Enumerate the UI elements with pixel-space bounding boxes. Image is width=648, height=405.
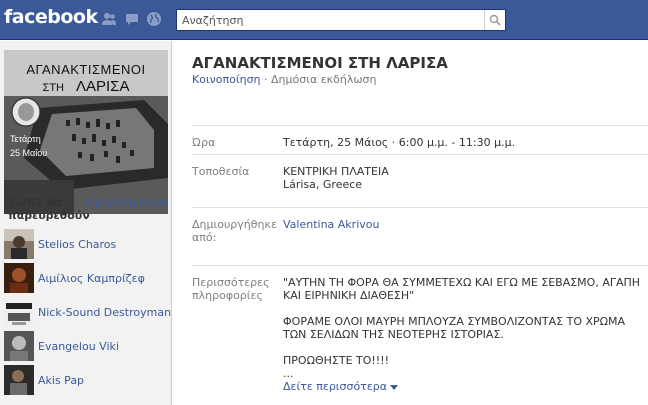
created-by-label: Δημιουργήθηκε από: bbox=[192, 218, 277, 244]
messages-icon[interactable] bbox=[124, 11, 140, 27]
subline-separator: · bbox=[260, 73, 272, 86]
event-title: ΑΓΑΝΑΚΤΙΣΜΕΝΟΙ ΣΤΗ ΛΑΡΙΣΑ bbox=[192, 54, 448, 72]
friend-requests-icon[interactable] bbox=[101, 11, 117, 27]
attendee-name[interactable]: Nick-Sound Destroyman bbox=[38, 306, 171, 319]
attendee-name[interactable]: Αιμίλιος Καμπρίζεφ bbox=[38, 272, 145, 285]
avatar[interactable] bbox=[4, 297, 34, 327]
time-row: Ώρα Τετάρτη, 25 Μάιος · 6:00 μ.μ. - 11:3… bbox=[192, 125, 648, 154]
search-input[interactable] bbox=[177, 10, 485, 30]
event-type: Δημόσια εκδήλωση bbox=[271, 73, 377, 86]
attendee-item[interactable]: Evangelou Viki bbox=[4, 331, 170, 363]
time-value: Τετάρτη, 25 Μάιος · 6:00 μ.μ. - 11:30 μ.… bbox=[283, 136, 516, 149]
attendee-item[interactable]: Nick-Sound Destroyman bbox=[4, 297, 171, 329]
more-info-paragraph: ΠΡΟΩΘΗΣΤΕ ΤΟ!!!! bbox=[283, 354, 390, 367]
search-icon bbox=[489, 14, 501, 26]
event-subline: Κοινοποίηση · Δημόσια εκδήλωση bbox=[192, 73, 377, 86]
avatar[interactable] bbox=[4, 331, 34, 361]
search-box bbox=[176, 9, 506, 31]
attendee-name[interactable]: Stelios Charos bbox=[38, 238, 116, 251]
avatar[interactable] bbox=[4, 263, 34, 293]
avatar[interactable] bbox=[4, 229, 34, 259]
see-all-link[interactable]: Προβολή όλων bbox=[87, 196, 168, 209]
event-picture-title-line2: ΣΤΗ ΛΑΡΙΣΑ bbox=[4, 78, 168, 95]
attendee-name[interactable]: Evangelou Viki bbox=[38, 340, 119, 353]
see-more-link[interactable]: Δείτε περισσότερα bbox=[283, 380, 648, 393]
attendee-item[interactable]: Stelios Charos bbox=[4, 229, 170, 261]
location-city: Lárisa, Greece bbox=[283, 178, 363, 191]
see-more-label[interactable]: Δείτε περισσότερα bbox=[283, 380, 387, 393]
more-info-value: "ΑΥΤΗΝ ΤΗ ΦΟΡΑ ΘΑ ΣΥΜΜΕΤΕΧΩ ΚΑΙ ΕΓΩ ΜΕ Σ… bbox=[283, 276, 648, 393]
location-row: Τοποθεσία ΚΕΝΤΡΙΚΗ ΠΛΑΤΕΙΑ Lárisa, Greec… bbox=[192, 154, 648, 207]
top-bar: facebook bbox=[0, 0, 648, 40]
left-sidebar: ΑΓΑΝΑΚΤΙΣΜΕΝΟΙ ΣΤΗ ΛΑΡΙΣΑ Τετάρτη 25 Μαΐο… bbox=[0, 41, 172, 405]
location-name: ΚΕΝΤΡΙΚΗ ΠΛΑΤΕΙΑ bbox=[283, 165, 389, 178]
attendee-item[interactable]: Akis Pap bbox=[4, 365, 170, 397]
avatar[interactable] bbox=[4, 365, 34, 395]
attendees-header: 1.202 θα παρευρεθούν Προβολή όλων bbox=[8, 196, 168, 226]
chevron-down-icon bbox=[390, 384, 399, 390]
event-picture-title-line1: ΑΓΑΝΑΚΤΙΣΜΕΝΟΙ bbox=[26, 62, 146, 77]
attendee-name[interactable]: Akis Pap bbox=[38, 374, 84, 387]
event-picture-title-small: ΣΤΗ bbox=[42, 82, 64, 94]
more-info-ellipsis: ... bbox=[283, 367, 294, 380]
event-picture[interactable]: ΑΓΑΝΑΚΤΙΣΜΕΝΟΙ ΣΤΗ ΛΑΡΙΣΑ Τετάρτη 25 Μαΐο… bbox=[4, 50, 168, 214]
facebook-logo[interactable]: facebook bbox=[4, 6, 98, 28]
more-info-row: Περισσότερες πληροφορίες "ΑΥΤΗΝ ΤΗ ΦΟΡΑ … bbox=[192, 265, 648, 405]
event-main: ΑΓΑΝΑΚΤΙΣΜΕΝΟΙ ΣΤΗ ΛΑΡΙΣΑ Κοινοποίηση · … bbox=[173, 41, 648, 405]
more-info-paragraph: "ΑΥΤΗΝ ΤΗ ΦΟΡΑ ΘΑ ΣΥΜΜΕΤΕΧΩ ΚΑΙ ΕΓΩ ΜΕ Σ… bbox=[283, 276, 641, 302]
location-value: ΚΕΝΤΡΙΚΗ ΠΛΑΤΕΙΑ Lárisa, Greece bbox=[283, 165, 648, 191]
attendee-count: 1.202 θα παρευρεθούν bbox=[8, 196, 90, 222]
created-by-row: Δημιουργήθηκε από: Valentina Akrivou bbox=[192, 207, 648, 265]
event-picture-date: 25 Μαΐου bbox=[10, 148, 48, 158]
more-info-label: Περισσότερες πληροφορίες bbox=[192, 276, 270, 302]
creator-link[interactable]: Valentina Akrivou bbox=[283, 218, 379, 231]
time-label: Ώρα bbox=[192, 136, 216, 149]
event-picture-title-big: ΛΑΡΙΣΑ bbox=[75, 78, 130, 95]
location-label: Τοποθεσία bbox=[192, 165, 250, 178]
notifications-globe-icon[interactable] bbox=[146, 11, 162, 27]
more-info-paragraph: ΦΟΡΑΜΕ ΟΛΟΙ ΜΑΥΡΗ ΜΠΛΟΥΖΑ ΣΥΜΒΟΛΙΖΟΝΤΑΣ … bbox=[283, 315, 626, 341]
event-picture-day: Τετάρτη bbox=[10, 134, 41, 144]
share-link[interactable]: Κοινοποίηση bbox=[192, 73, 261, 86]
created-by-value: Valentina Akrivou bbox=[283, 218, 648, 231]
attendee-item[interactable]: Αιμίλιος Καμπρίζεφ bbox=[4, 263, 170, 295]
search-button[interactable] bbox=[484, 10, 505, 30]
